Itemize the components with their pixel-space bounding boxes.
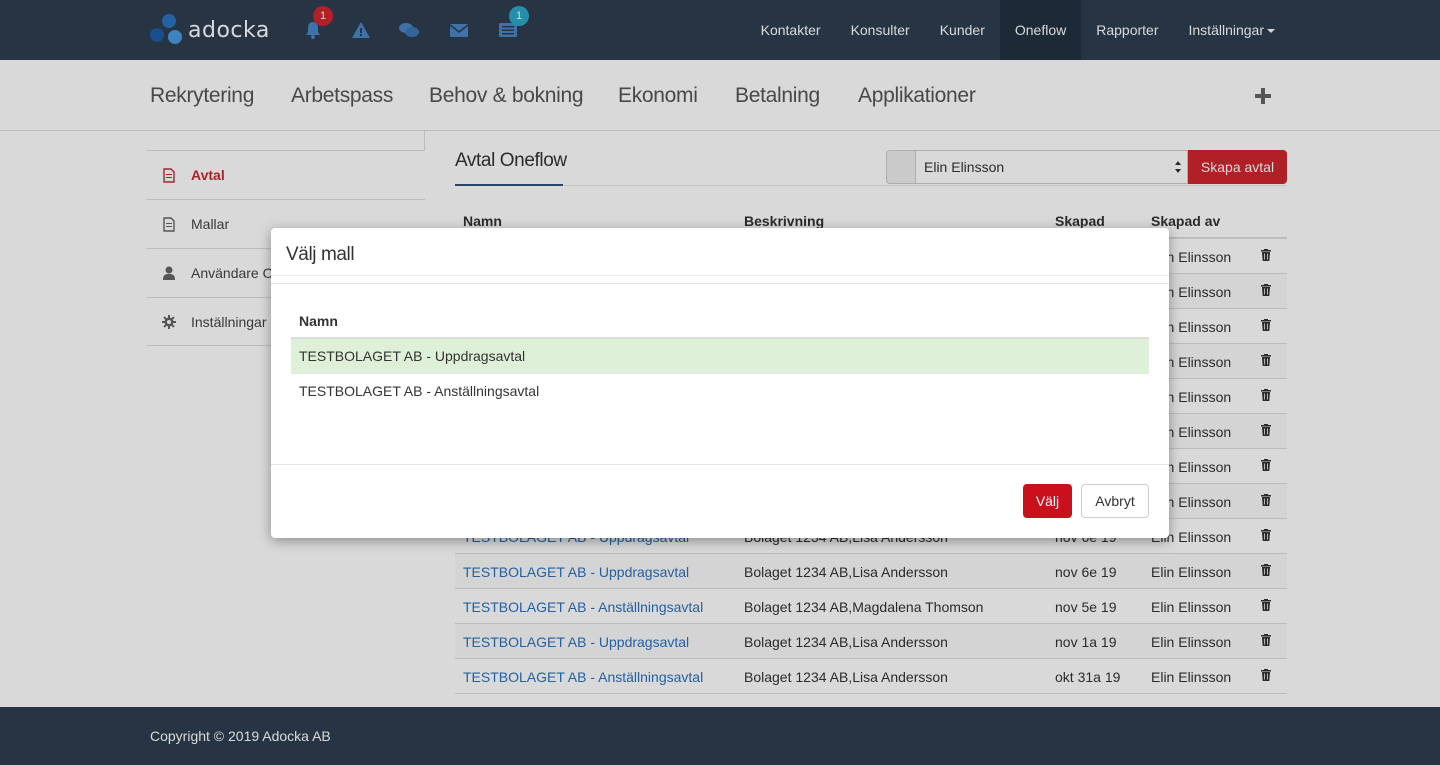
cancel-button[interactable]: Avbryt — [1081, 484, 1149, 518]
modal-title: Välj mall — [286, 244, 355, 265]
divider — [271, 283, 1169, 284]
template-row-anstallningsavtal[interactable]: TESTBOLAGET AB - Anställningsavtal — [291, 374, 1149, 409]
choose-button[interactable]: Välj — [1023, 484, 1072, 518]
template-row-uppdragsavtal[interactable]: TESTBOLAGET AB - Uppdragsavtal — [291, 339, 1149, 374]
choose-template-modal: Välj mall Namn TESTBOLAGET AB - Uppdrags… — [271, 228, 1169, 538]
divider — [271, 464, 1169, 465]
divider — [271, 275, 1169, 276]
modal-column-header: Namn — [299, 313, 338, 329]
